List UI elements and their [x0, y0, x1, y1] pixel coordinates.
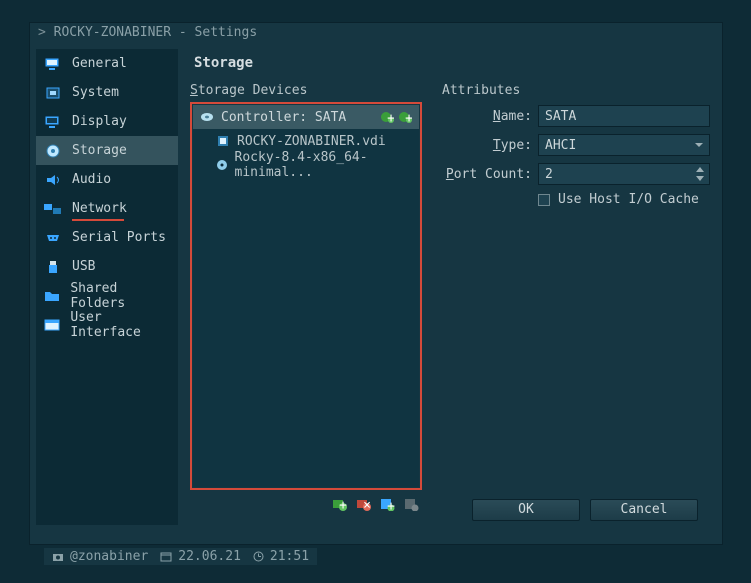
- network-icon: [44, 202, 62, 216]
- status-date: 22.06.21: [160, 549, 241, 564]
- add-optical-icon[interactable]: +: [397, 110, 413, 124]
- sidebar-item-label: Shared Folders: [70, 281, 170, 311]
- display-icon: [44, 115, 62, 129]
- speaker-icon: [44, 173, 62, 187]
- settings-dialog: > ROCKY-ZONABINER - Settings General Sys…: [29, 22, 723, 545]
- sidebar-item-label: Storage: [72, 143, 127, 158]
- sidebar-item-label: Network: [72, 201, 127, 216]
- host-io-label: Use Host I/O Cache: [558, 192, 699, 207]
- sidebar-item-system[interactable]: System: [36, 78, 178, 107]
- attr-port-count-spin[interactable]: 2: [538, 163, 710, 185]
- sidebar-item-serial-ports[interactable]: Serial Ports: [36, 223, 178, 252]
- status-time: 21:51: [253, 549, 309, 564]
- attr-name-label: Name:: [442, 109, 532, 124]
- page-title: Storage: [194, 55, 710, 71]
- attributes-label: Attributes: [442, 83, 710, 98]
- usb-icon: [44, 260, 62, 274]
- tree-optical-row[interactable]: Rocky-8.4-x86_64-minimal...: [193, 153, 419, 177]
- sidebar-item-network[interactable]: Network: [36, 194, 178, 223]
- disk-icon: [44, 144, 62, 158]
- ok-button[interactable]: OK: [472, 499, 580, 521]
- status-user: @zonabiner: [52, 549, 148, 564]
- storage-devices-tree[interactable]: Controller: SATA + + ROCKY-ZONABINER.vdi: [193, 105, 419, 487]
- sidebar-item-user-interface[interactable]: User Interface: [36, 310, 178, 339]
- camera-icon: [52, 552, 64, 562]
- hard-disk-icon: [215, 134, 231, 148]
- cancel-button[interactable]: Cancel: [590, 499, 698, 521]
- attr-port-label: Port Count:: [442, 167, 532, 182]
- window-icon: [44, 318, 60, 332]
- annotation-box: Controller: SATA + + ROCKY-ZONABINER.vdi: [190, 102, 422, 490]
- titlebar: > ROCKY-ZONABINER - Settings: [30, 23, 722, 43]
- attr-name-field[interactable]: SATA: [538, 105, 710, 127]
- sidebar-item-display[interactable]: Display: [36, 107, 178, 136]
- window-title: ROCKY-ZONABINER - Settings: [54, 25, 258, 40]
- sidebar-item-shared-folders[interactable]: Shared Folders: [36, 281, 178, 310]
- settings-sidebar: General System Display Storage: [36, 49, 178, 525]
- tree-item-label: ROCKY-ZONABINER.vdi: [237, 134, 386, 149]
- attr-type-select[interactable]: AHCI: [538, 134, 710, 156]
- annotation-underline: [72, 219, 124, 221]
- sidebar-item-label: Display: [72, 114, 127, 129]
- controller-icon: [199, 110, 215, 124]
- svg-text:+: +: [405, 111, 412, 123]
- tree-item-label: Rocky-8.4-x86_64-minimal...: [235, 150, 413, 180]
- sidebar-item-usb[interactable]: USB: [36, 252, 178, 281]
- tree-controller-row[interactable]: Controller: SATA + +: [193, 105, 419, 129]
- sidebar-item-audio[interactable]: Audio: [36, 165, 178, 194]
- statusbar: @zonabiner 22.06.21 21:51: [44, 548, 317, 565]
- tree-controller-label: Controller: SATA: [221, 110, 346, 125]
- svg-text:+: +: [387, 111, 394, 123]
- calendar-icon: [160, 552, 172, 562]
- folder-icon: [44, 289, 60, 303]
- add-disk-icon[interactable]: +: [379, 110, 395, 124]
- serial-port-icon: [44, 231, 62, 245]
- sidebar-item-label: General: [72, 56, 127, 71]
- sidebar-item-label: Serial Ports: [72, 230, 166, 245]
- sidebar-item-label: System: [72, 85, 119, 100]
- optical-disk-icon: [215, 158, 229, 172]
- attr-type-label: Type:: [442, 138, 532, 153]
- settings-page: Storage Storage Devices Controller: SATA…: [178, 43, 722, 531]
- monitor-icon: [44, 57, 62, 71]
- storage-devices-label: Storage Devices: [190, 83, 422, 98]
- sidebar-item-label: USB: [72, 259, 95, 274]
- spin-buttons[interactable]: [693, 165, 707, 183]
- sidebar-item-general[interactable]: General: [36, 49, 178, 78]
- host-io-checkbox[interactable]: [538, 194, 550, 206]
- chip-icon: [44, 86, 62, 100]
- sidebar-item-label: User Interface: [70, 310, 170, 340]
- clock-icon: [253, 551, 264, 562]
- sidebar-item-storage[interactable]: Storage: [36, 136, 178, 165]
- sidebar-item-label: Audio: [72, 172, 111, 187]
